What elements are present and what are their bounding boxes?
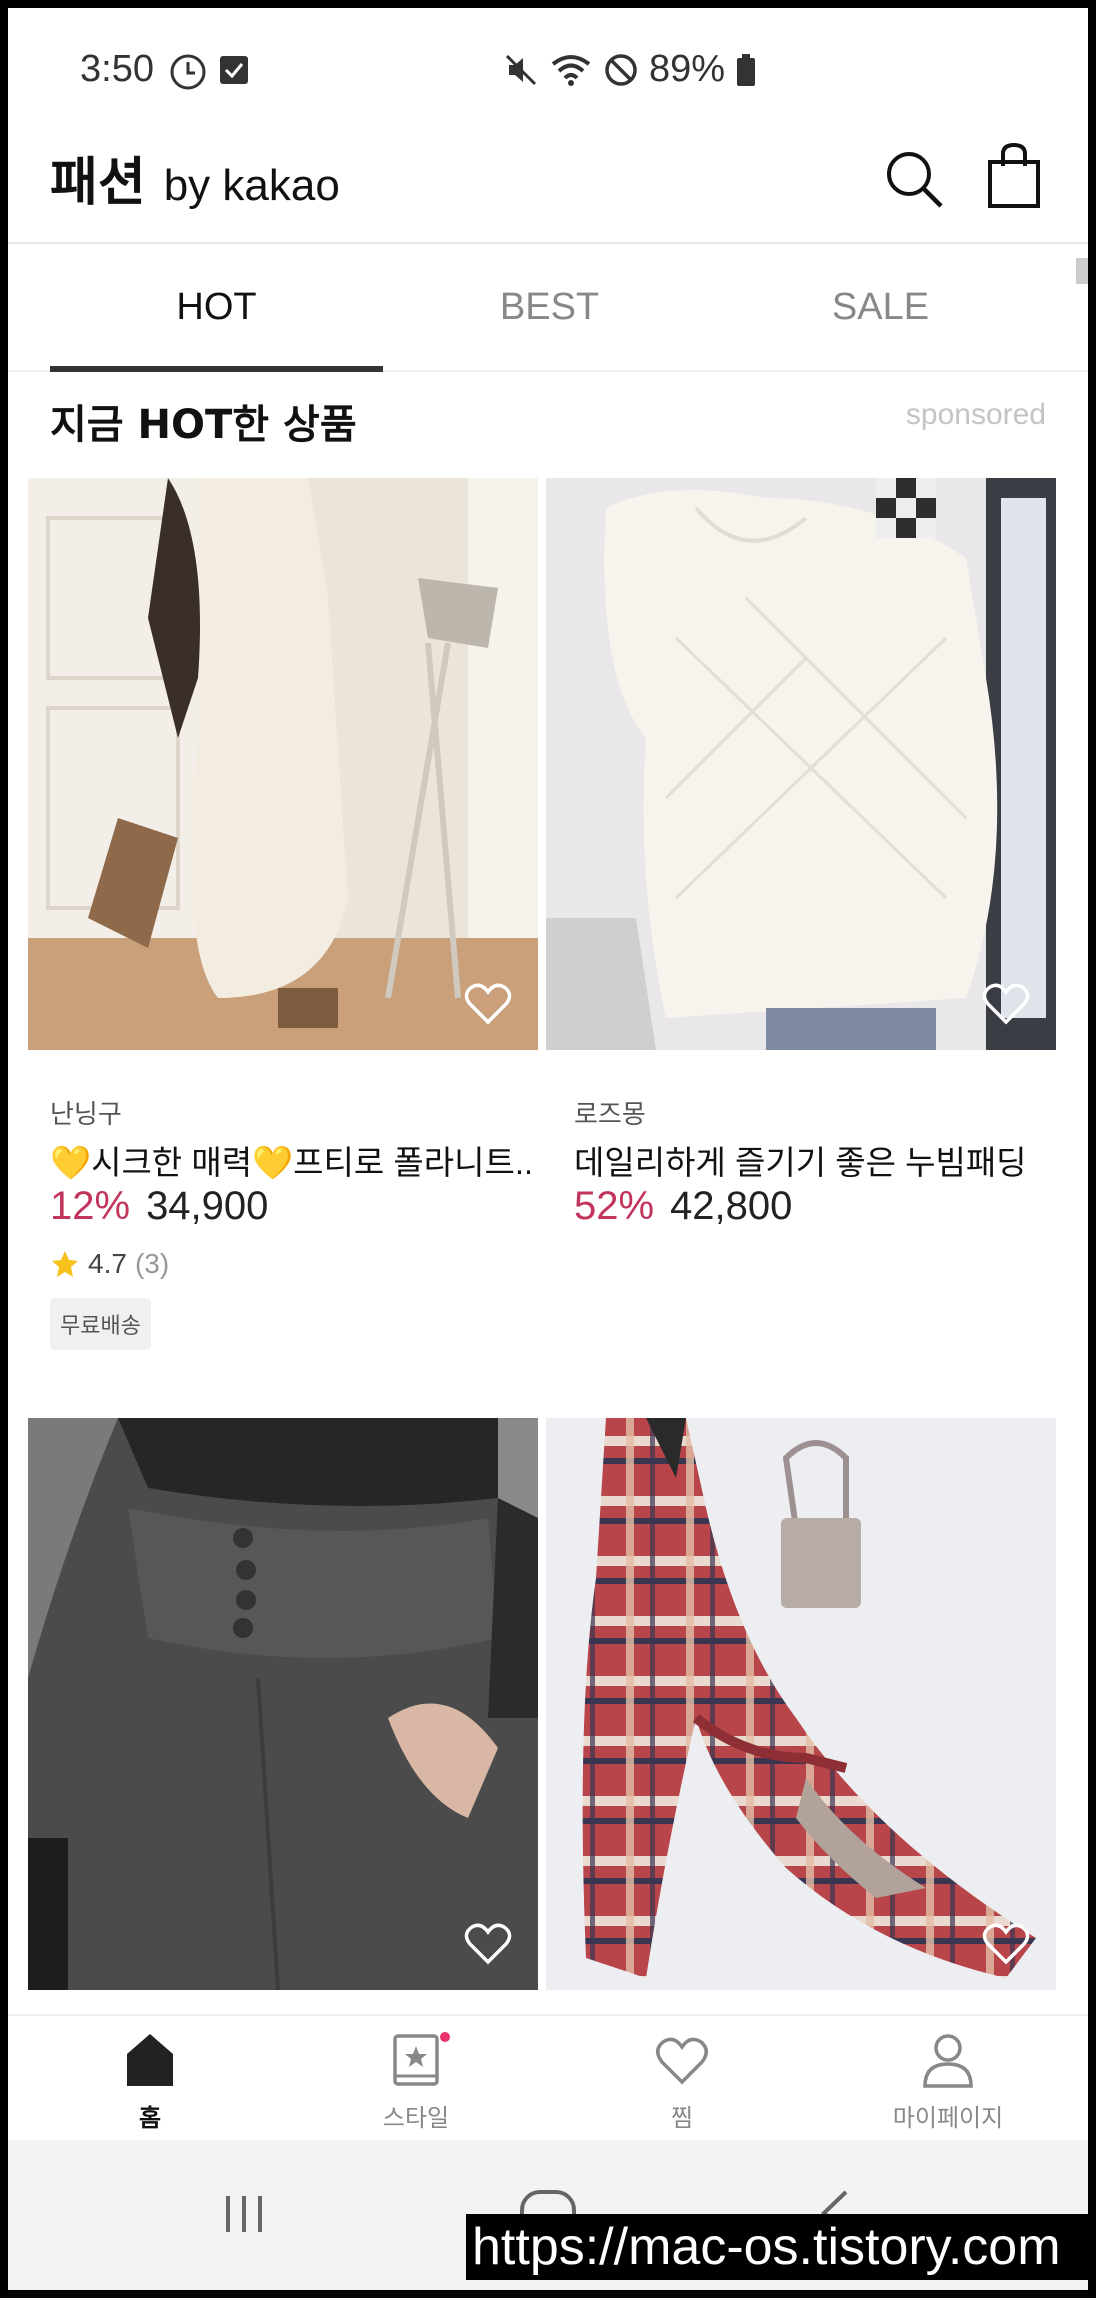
product-price-row: 12% 34,900 [50, 1184, 268, 1229]
tab-best[interactable]: BEST [383, 244, 716, 370]
nav-wishlist-label: 찜 [670, 2105, 694, 2132]
bottom-navigation: 홈 스타일 찜 마이페이지 [8, 2014, 1088, 2140]
nav-wishlist[interactable]: 찜 [612, 2030, 752, 2133]
app-logo[interactable]: 패션 by kakao [50, 140, 340, 215]
app-screen: 3:50 89% 패션 by kakao HOT BEST SALE 지금 HO… [8, 8, 1088, 2290]
discount-rate: 52% [574, 1184, 655, 1228]
product-rating: 4.7 (3) [50, 1248, 169, 1280]
sponsored-label: sponsored [905, 398, 1046, 431]
status-bar: 3:50 89% [8, 8, 1088, 130]
do-not-disturb-icon [605, 53, 637, 86]
battery-percent: 89% [649, 48, 726, 90]
checkbox-notification-icon [220, 56, 248, 84]
product-photo-check-coat [546, 1418, 1056, 1990]
product-image[interactable] [28, 1418, 538, 1990]
alarm-clock-icon [170, 54, 206, 90]
free-shipping-tag: 무료배송 [50, 1298, 151, 1350]
discount-rate: 12% [50, 1184, 131, 1228]
home-icon [127, 2034, 173, 2086]
scrollbar-thumb[interactable] [1076, 258, 1088, 284]
product-image[interactable] [546, 478, 1056, 1050]
active-tab-indicator [50, 366, 383, 372]
nav-style[interactable]: 스타일 [346, 2030, 486, 2133]
nav-home[interactable]: 홈 [80, 2030, 220, 2133]
wishlist-heart-icon[interactable] [464, 982, 512, 1026]
wishlist-heart-icon[interactable] [464, 1922, 512, 1966]
nav-home-label: 홈 [138, 2105, 162, 2132]
category-tabs: HOT BEST SALE [8, 244, 1088, 372]
wishlist-heart-icon[interactable] [982, 982, 1030, 1026]
product-photo-padded-jacket [546, 478, 1056, 1050]
product-photo-wool-pants [28, 1418, 538, 1990]
app-header: 패션 by kakao [8, 130, 1088, 244]
status-icons: 89% [503, 48, 757, 91]
watermark-url: https://mac-os.tistory.com [466, 2214, 1088, 2280]
tab-hot[interactable]: HOT [50, 244, 383, 370]
search-icon[interactable] [883, 148, 947, 212]
tab-sale[interactable]: SALE [714, 244, 1047, 370]
heart-icon [656, 2037, 708, 2085]
status-time: 3:50 [80, 48, 154, 90]
product-price-row: 52% 42,800 [574, 1184, 792, 1229]
product-brand: 난닝구 [50, 1099, 122, 1129]
product-price: 42,800 [670, 1184, 793, 1228]
battery-icon [737, 53, 756, 86]
logo-main-text: 패션 [50, 153, 146, 213]
mute-icon [505, 54, 537, 85]
section-title: 지금 HOT한 상품 [50, 402, 357, 448]
star-icon [52, 1251, 78, 1277]
product-photo-knit-dress [28, 478, 538, 1050]
product-image[interactable] [546, 1418, 1056, 1990]
product-price: 34,900 [146, 1184, 269, 1228]
logo-sub-text: by kakao [163, 161, 340, 210]
new-badge-dot [440, 2032, 450, 2042]
wifi-icon [551, 54, 591, 86]
nav-mypage[interactable]: 마이페이지 [878, 2030, 1018, 2133]
product-image[interactable] [28, 478, 538, 1050]
product-name[interactable]: 💛시크한 매력💛프티로 폴라니트... [50, 1136, 530, 1184]
person-icon [923, 2034, 973, 2088]
rating-value: 4.7 [88, 1248, 127, 1279]
shopping-bag-icon[interactable] [986, 142, 1042, 210]
recent-apps-icon[interactable] [222, 2192, 268, 2236]
wishlist-heart-icon[interactable] [982, 1922, 1030, 1966]
rating-count: (3) [134, 1248, 170, 1279]
style-book-icon [393, 2034, 439, 2086]
product-name[interactable]: 데일리하게 즐기기 좋은 누빔패딩 [574, 1136, 1054, 1184]
product-brand: 로즈몽 [574, 1099, 646, 1129]
nav-style-label: 스타일 [382, 2105, 450, 2132]
nav-mypage-label: 마이페이지 [892, 2105, 1004, 2132]
